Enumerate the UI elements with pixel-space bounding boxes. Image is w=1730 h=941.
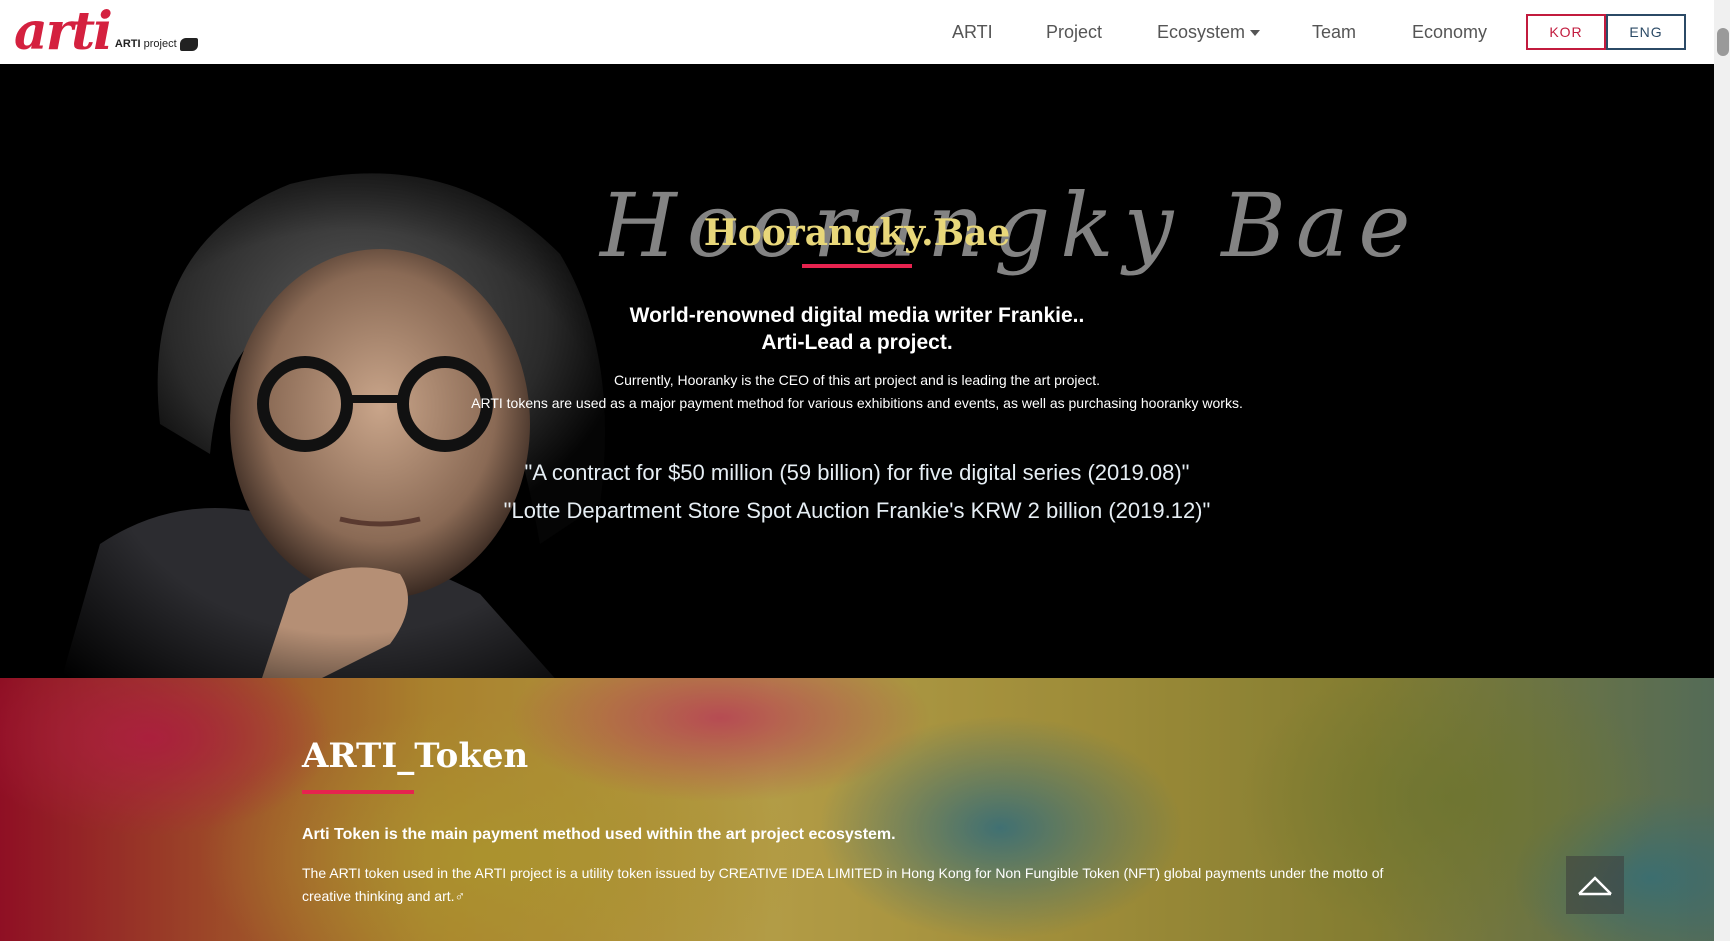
token-description: The ARTI token used in the ARTI project … [302,865,1384,904]
chevron-up-icon [1578,876,1612,896]
hero-subtitle-line1: World-renowned digital media writer Fran… [629,304,1085,327]
page-scrollbar[interactable] [1714,0,1730,941]
logo-wordmark: arti [14,1,113,62]
scrollbar-thumb[interactable] [1717,28,1729,56]
token-title: ARTI_Token [302,736,529,776]
nav-ecosystem-label: Ecosystem [1157,22,1246,42]
nav-team[interactable]: Team [1312,22,1356,43]
logo-subtitle: ARTI project [114,38,177,50]
hero-desc-line2: ARTI tokens are used as a major payment … [471,395,1243,411]
hero-quote-1: "A contract for $50 million (59 billion)… [524,460,1190,485]
hero-title: Hoorangky.Bae [703,212,1011,254]
hero-title-underline [802,264,912,268]
site-header: arti ARTI project ARTI Project Ecosystem… [0,0,1714,64]
hero-desc-line1: Currently, Hooranky is the CEO of this a… [613,372,1101,388]
nav-economy[interactable]: Economy [1412,22,1487,43]
token-title-underline [302,790,414,794]
hero-subtitle-line2: Arti-Lead a project. [761,331,953,354]
nav-ecosystem[interactable]: Ecosystem [1157,22,1261,43]
lang-eng-button[interactable]: ENG [1606,14,1686,50]
hero-section: Hoorangky Bae Hoorangky.Bae World-renown… [0,64,1714,678]
lang-kor-button[interactable]: KOR [1526,14,1606,50]
site-logo[interactable]: arti ARTI project [14,4,198,60]
back-to-top-button[interactable] [1566,856,1624,914]
token-section: ARTI_Token Arti Token is the main paymen… [0,678,1714,941]
logo-badge-icon [179,38,198,51]
nav-project[interactable]: Project [1046,22,1102,43]
token-lead: Arti Token is the main payment method us… [302,826,896,843]
caret-down-icon [1250,30,1261,37]
hero-quote-2: "Lotte Department Store Spot Auction Fra… [503,498,1211,523]
nav-arti[interactable]: ARTI [952,22,993,43]
